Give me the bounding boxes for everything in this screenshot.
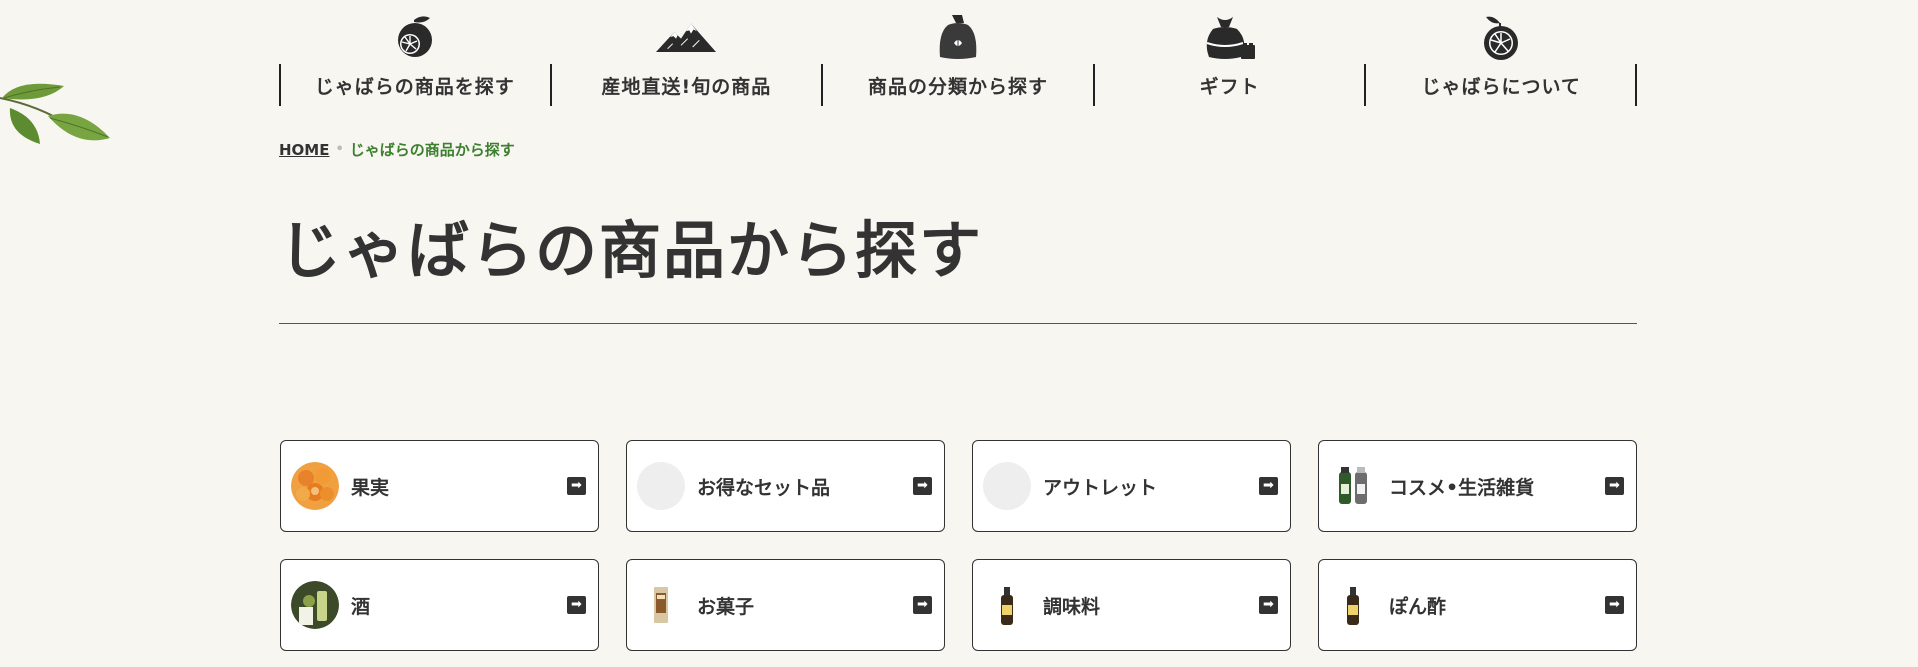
- title-divider: [279, 323, 1637, 324]
- arrow-right-icon: ➡: [1605, 596, 1624, 614]
- global-nav: じゃばらの商品を探す 産地直送!旬の商品 商品の分類から探す ギフト じゃばらに…: [279, 0, 1637, 110]
- arrow-right-icon: ➡: [567, 477, 586, 495]
- category-label: アウトレット: [1043, 476, 1158, 499]
- placeholder-thumbnail: [983, 462, 1031, 510]
- ponzu-bottle-thumbnail: [1329, 581, 1377, 629]
- arrow-right-icon: ➡: [913, 596, 932, 614]
- page-title: じゃばらの商品から探す: [279, 214, 984, 287]
- orange-fruit-thumbnail: [291, 462, 339, 510]
- category-card-cosmetics[interactable]: コスメ•生活雑貨 ➡: [1318, 440, 1637, 532]
- category-label: お得なセット品: [697, 476, 831, 499]
- category-label: 酒: [351, 595, 371, 618]
- arrow-right-icon: ➡: [1259, 477, 1278, 495]
- nav-item-gift[interactable]: ギフト: [1092, 0, 1366, 110]
- nav-item-jabara-products[interactable]: じゃばらの商品を探す: [279, 0, 551, 110]
- category-card-ponzu[interactable]: ぽん酢 ➡: [1318, 559, 1637, 651]
- arrow-right-icon: ➡: [567, 596, 586, 614]
- sack-icon: [928, 12, 988, 62]
- nav-item-about-jabara[interactable]: じゃばらについて: [1364, 0, 1637, 110]
- gift-bag-icon: [1200, 12, 1260, 62]
- category-card-value-sets[interactable]: お得なセット品 ➡: [626, 440, 945, 532]
- category-card-liquor[interactable]: 酒 ➡: [280, 559, 599, 651]
- category-label: お菓子: [697, 595, 755, 618]
- category-label: 調味料: [1043, 595, 1101, 618]
- category-label: 果実: [351, 476, 390, 499]
- category-label: コスメ•生活雑貨: [1389, 476, 1535, 499]
- category-card-fruit[interactable]: 果実 ➡: [280, 440, 599, 532]
- breadcrumb: HOME • じゃばらの商品から探す: [279, 139, 515, 160]
- nav-item-product-categories[interactable]: 商品の分類から探す: [821, 0, 1094, 110]
- cosmetics-bottles-thumbnail: [1329, 462, 1377, 510]
- nav-label: 商品の分類から探す: [867, 76, 1048, 98]
- seasoning-bottle-thumbnail: [983, 581, 1031, 629]
- breadcrumb-separator: •: [335, 142, 344, 157]
- nav-label: じゃばらの商品を探す: [314, 76, 515, 98]
- breadcrumb-current: じゃばらの商品から探す: [349, 141, 515, 159]
- snack-package-thumbnail: [637, 581, 685, 629]
- arrow-right-icon: ➡: [1259, 596, 1278, 614]
- nav-label: ギフト: [1199, 76, 1260, 98]
- category-grid: 果実 ➡ お得なセット品 ➡ アウトレット ➡ コスメ•生活雑貨 ➡ 酒 ➡ お…: [280, 440, 1637, 651]
- category-card-seasonings[interactable]: 調味料 ➡: [972, 559, 1291, 651]
- mountain-icon: [656, 12, 717, 62]
- category-label: ぽん酢: [1389, 595, 1447, 618]
- leaf-branch-decoration: [0, 83, 110, 144]
- category-card-outlet[interactable]: アウトレット ➡: [972, 440, 1291, 532]
- liquor-thumbnail: [291, 581, 339, 629]
- arrow-right-icon: ➡: [1605, 477, 1624, 495]
- arrow-right-icon: ➡: [913, 477, 932, 495]
- nav-label: じゃばらについて: [1421, 76, 1581, 98]
- citrus-fruit-icon: [385, 12, 445, 62]
- placeholder-thumbnail: [637, 462, 685, 510]
- nav-label: 産地直送!旬の商品: [601, 76, 772, 98]
- breadcrumb-home-link[interactable]: HOME: [279, 141, 329, 159]
- nav-item-direct-from-farm[interactable]: 産地直送!旬の商品: [549, 0, 823, 110]
- category-card-snacks[interactable]: お菓子 ➡: [626, 559, 945, 651]
- citrus-slice-icon: [1471, 12, 1531, 62]
